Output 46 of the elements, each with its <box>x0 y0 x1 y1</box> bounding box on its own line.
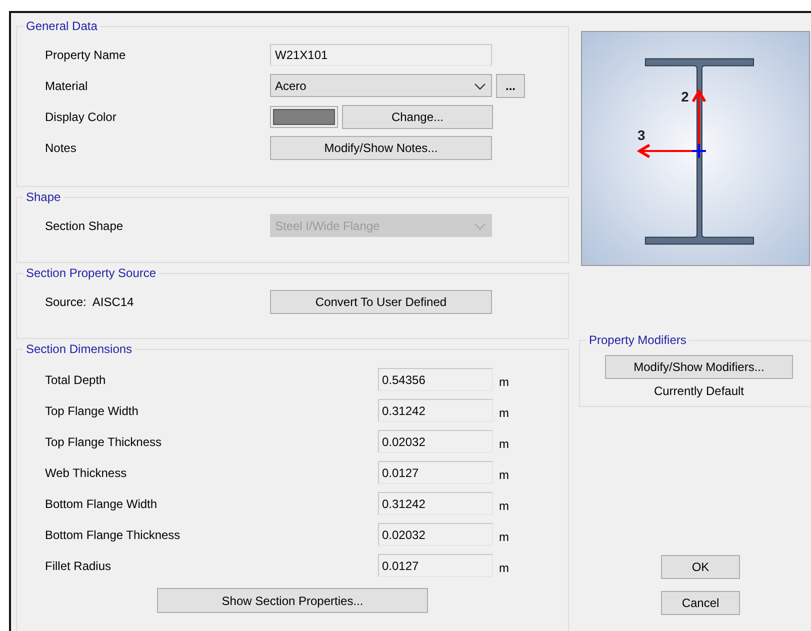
field-label: Display Color <box>45 108 118 126</box>
change-button[interactable]: Change... <box>342 104 493 128</box>
dimension-field[interactable]: 0.0127 <box>378 461 493 484</box>
modifiers-button[interactable]: Modify/Show Modifiers... <box>605 355 793 379</box>
group-title: Shape <box>23 190 64 204</box>
dimension-label: Bottom Flange Thickness <box>45 526 182 544</box>
axis-label: 2 <box>681 88 689 104</box>
show-properties-button[interactable]: Show Section Properties... <box>157 588 428 613</box>
group-title: Section Property Source <box>23 266 160 280</box>
field-label: Section Shape <box>45 218 124 234</box>
convert-button[interactable]: Convert To User Defined <box>270 290 492 314</box>
field-label: Property Name <box>45 46 127 64</box>
modifiers-status: Currently Default <box>652 383 746 400</box>
dimension-label: Web Thickness <box>45 464 128 482</box>
unit-label: m <box>499 528 509 546</box>
source-label: Source: <box>45 294 86 310</box>
unit-label: m <box>499 436 509 452</box>
group-title: General Data <box>23 19 100 33</box>
dimension-label: Bottom Flange Width <box>45 496 158 512</box>
field-label: Material <box>45 78 89 94</box>
unit-label: m <box>499 404 509 422</box>
dimension-label: Top Flange Width <box>45 402 140 420</box>
notes-button[interactable]: Modify/Show Notes... <box>270 136 492 160</box>
dimension-field[interactable]: 0.0127 <box>378 554 493 577</box>
material-dropdown[interactable]: Acero <box>270 74 492 97</box>
group-title: Property Modifiers <box>586 333 690 347</box>
unit-label: m <box>499 374 509 390</box>
dimension-label: Total Depth <box>45 372 107 388</box>
unit-label: m <box>499 466 509 484</box>
cancel-button[interactable]: Cancel <box>661 591 740 615</box>
more-button[interactable]: ... <box>496 74 525 98</box>
unit-label: m <box>499 560 509 576</box>
dimension-field[interactable]: 0.54356 <box>378 368 493 391</box>
ok-button[interactable]: OK <box>661 555 740 579</box>
field-label: Notes <box>45 140 78 156</box>
dimension-field[interactable]: 0.31242 <box>378 399 493 422</box>
dimension-label: Top Flange Thickness <box>45 434 163 450</box>
property-name-field[interactable]: W21X101 <box>270 44 492 66</box>
axis-label: 3 <box>638 127 646 144</box>
dimension-field[interactable]: 0.02032 <box>378 430 493 453</box>
dimension-field[interactable]: 0.31242 <box>378 492 493 515</box>
dimension-field[interactable]: 0.02032 <box>378 523 493 546</box>
dimension-label: Fillet Radius <box>45 558 112 574</box>
group-title: Section Dimensions <box>23 342 136 356</box>
unit-label: m <box>499 498 509 514</box>
source-value: AISC14 <box>92 294 134 310</box>
